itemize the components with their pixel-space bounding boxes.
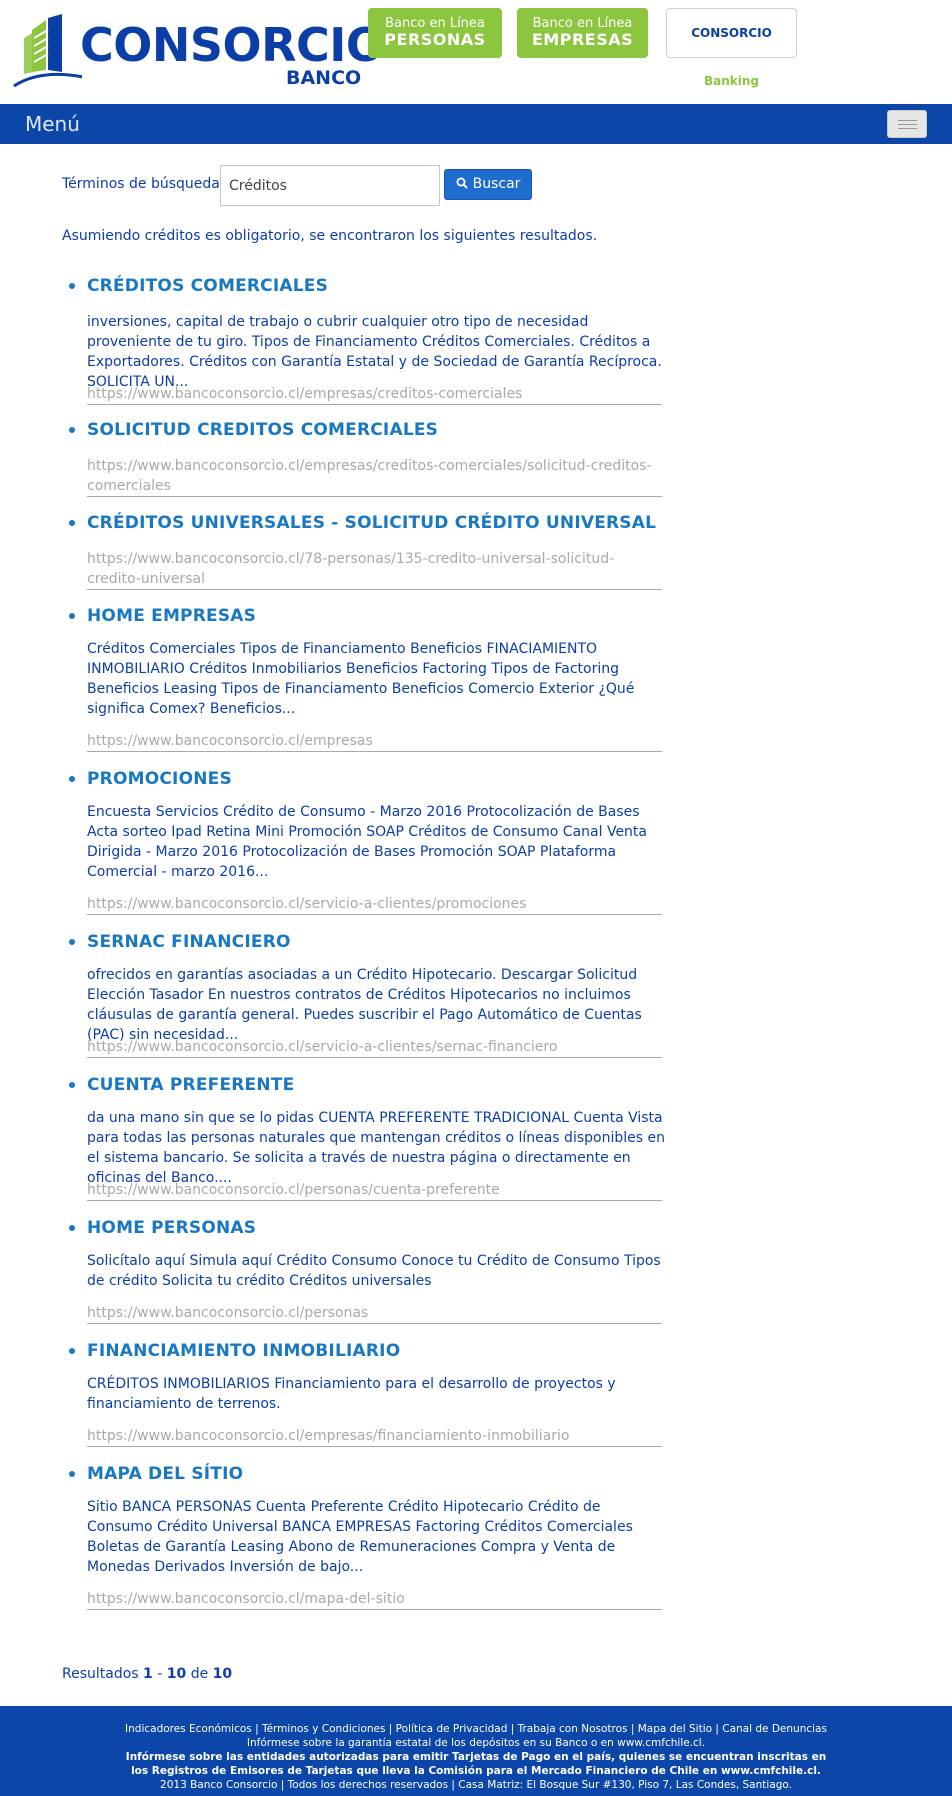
result-url: https://www.bancoconsorcio.cl/empresas/c… (87, 384, 662, 405)
bullet (69, 776, 75, 782)
bullet (69, 520, 75, 526)
result-title-link[interactable]: HOME PERSONAS (87, 1218, 256, 1238)
result-title-link[interactable]: PROMOCIONES (87, 769, 232, 789)
result-title-link[interactable]: MAPA DEL SÍTIO (87, 1464, 243, 1484)
banking-label-product: Banking (703, 74, 759, 88)
pagination-prefix: Resultados (62, 1666, 139, 1682)
result-snippet: Créditos Comerciales Tipos de Financiame… (87, 641, 635, 717)
site-footer: Indicadores Económicos | Términos y Cond… (0, 1706, 952, 1796)
main-nav-bar: Menú (0, 104, 952, 144)
result-url: https://www.bancoconsorcio.cl/78-persona… (87, 549, 662, 590)
banco-en-linea-empresas-button[interactable]: Banco en Línea EMPRESAS (517, 8, 648, 58)
personas-button-line2: PERSONAS (384, 30, 486, 49)
empresas-button-line2: EMPRESAS (531, 30, 634, 49)
result-url: https://www.bancoconsorcio.cl/servicio-a… (87, 894, 662, 915)
bullet (69, 1471, 75, 1477)
search-label: Términos de búsqueda: (62, 176, 225, 192)
logo-subtitle: BANCO (286, 67, 362, 89)
hamburger-icon[interactable] (887, 110, 927, 138)
result-url: https://www.bancoconsorcio.cl/personas (87, 1303, 662, 1324)
result-snippet: da una mano sin que se lo pidas CUENTA P… (87, 1110, 665, 1186)
bullet (69, 1348, 75, 1354)
result-title-link[interactable]: SERNAC FINANCIERO (87, 932, 291, 952)
search-input[interactable] (220, 165, 440, 206)
pagination-of: de (190, 1666, 209, 1682)
result-snippet: Encuesta Servicios Crédito de Consumo - … (87, 804, 647, 880)
result-snippet: Solicítalo aquí Simula aquí Crédito Cons… (87, 1253, 661, 1289)
result-snippet: ofrecidos en garantías asociadas a un Cr… (87, 967, 642, 1043)
footer-links[interactable]: Indicadores Económicos | Términos y Cond… (0, 1722, 952, 1736)
search-button[interactable]: Buscar (444, 169, 532, 200)
bullet (69, 1082, 75, 1088)
pagination-total: 10 (212, 1666, 233, 1682)
result-title-link[interactable]: CRÉDITOS UNIVERSALES - SOLICITUD CRÉDITO… (87, 513, 656, 533)
result-title-link[interactable]: SOLICITUD CREDITOS COMERCIALES (87, 420, 438, 440)
result-url: https://www.bancoconsorcio.cl/empresas/c… (87, 456, 662, 497)
footer-deposit-notice: Infórmese sobre la garantía estatal de l… (246, 1737, 706, 1749)
bullet (69, 939, 75, 945)
result-url: https://www.bancoconsorcio.cl/empresas/f… (87, 1426, 662, 1447)
result-url: https://www.bancoconsorcio.cl/personas/c… (87, 1180, 662, 1201)
empresas-button-line1: Banco en Línea (532, 16, 633, 31)
search-icon (456, 177, 468, 189)
menu-label[interactable]: Menú (25, 112, 80, 136)
banco-en-linea-personas-button[interactable]: Banco en Línea PERSONAS (368, 8, 502, 58)
consorcio-logo[interactable]: CONSORCIO BANCO (12, 12, 385, 92)
result-snippet: Sitio BANCA PERSONAS Cuenta Preferente C… (87, 1499, 633, 1575)
consorcio-banking-button[interactable]: CONSORCIO Banking (666, 8, 797, 88)
result-url: https://www.bancoconsorcio.cl/empresas (87, 731, 662, 752)
pagination-end: 10 (166, 1666, 187, 1682)
logo-wordmark: CONSORCIO (80, 18, 385, 72)
result-url: https://www.bancoconsorcio.cl/mapa-del-s… (87, 1589, 662, 1610)
bullet (69, 427, 75, 433)
result-title-link[interactable]: HOME EMPRESAS (87, 606, 256, 626)
result-snippet: CRÉDITOS INMOBILIARIOS Financiamiento pa… (87, 1376, 616, 1412)
search-notice: Asumiendo créditos es obligatorio, se en… (62, 228, 598, 244)
site-header: CONSORCIO BANCO Banco en Línea PERSONAS … (0, 0, 952, 104)
result-url: https://www.bancoconsorcio.cl/servicio-a… (87, 1037, 662, 1058)
result-title-link[interactable]: CRÉDITOS COMERCIALES (87, 276, 328, 296)
pagination-start: 1 (143, 1666, 153, 1682)
result-title-link[interactable]: CUENTA PREFERENTE (87, 1075, 294, 1095)
pagination-separator: - (157, 1666, 163, 1682)
results-pagination: Resultados 1 - 10 de 10 (62, 1666, 232, 1682)
logo-building-icon (13, 14, 82, 88)
search-button-label: Buscar (472, 176, 521, 192)
bullet (69, 283, 75, 289)
footer-cards-notice-2: los Registros de Emisores de Tarjetas qu… (131, 1765, 821, 1777)
bullet (69, 613, 75, 619)
bullet (69, 1225, 75, 1231)
result-title-link[interactable]: FINANCIAMIENTO INMOBILIARIO (87, 1341, 400, 1361)
footer-cards-notice-1: Infórmese sobre las entidades autorizada… (125, 1751, 827, 1763)
result-snippet: inversiones, capital de trabajo o cubrir… (87, 314, 662, 390)
footer-copyright: 2013 Banco Consorcio | Todos los derecho… (160, 1779, 792, 1791)
personas-button-line1: Banco en Línea (385, 16, 485, 31)
banking-label-brand: CONSORCIO (691, 26, 772, 40)
